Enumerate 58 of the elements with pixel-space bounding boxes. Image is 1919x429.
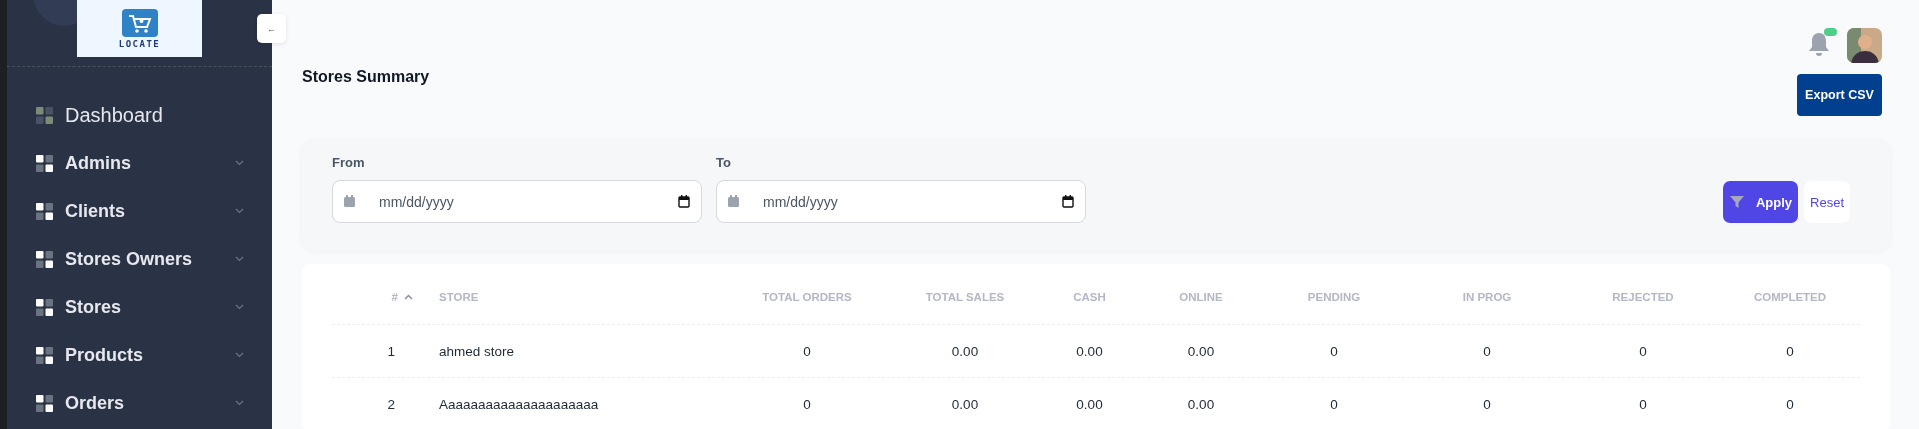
table-cell: 0 bbox=[1786, 343, 1794, 359]
table-cell: 0 bbox=[1786, 396, 1794, 412]
grid-icon bbox=[36, 394, 53, 412]
chevron-down-icon bbox=[235, 304, 244, 310]
table-cell: 0 bbox=[1483, 343, 1491, 359]
filter-icon bbox=[1729, 196, 1744, 208]
sidebar-item[interactable]: Stores bbox=[7, 283, 272, 331]
table-cell: 0 bbox=[1483, 396, 1491, 412]
avatar-icon[interactable] bbox=[1847, 28, 1882, 63]
sidebar-item[interactable]: Orders bbox=[7, 379, 272, 427]
field-label: From bbox=[332, 155, 366, 170]
grid-icon bbox=[36, 154, 53, 172]
logo: LOCATE bbox=[77, 0, 202, 57]
reset-button[interactable]: Reset bbox=[1804, 181, 1850, 223]
grid-icon bbox=[36, 106, 53, 124]
table-cell-text: 2 bbox=[387, 396, 396, 412]
table-cell: 0 bbox=[1639, 343, 1647, 359]
date-field[interactable]: mm/dd/yyyy bbox=[332, 180, 702, 223]
table-cell-text: ahmed store bbox=[438, 343, 515, 359]
calendar-icon[interactable] bbox=[678, 195, 690, 208]
sidebar-item[interactable]: Products bbox=[7, 331, 272, 379]
table-cell: 0.00 bbox=[1187, 343, 1215, 359]
field-label: To bbox=[716, 155, 732, 170]
table-cell: 0.00 bbox=[1076, 343, 1103, 359]
chevron-down-icon bbox=[235, 400, 244, 406]
table-cell-text: 1 bbox=[387, 343, 396, 359]
sidebar-item[interactable]: Clients bbox=[7, 187, 272, 235]
cart-icon bbox=[121, 8, 158, 37]
sidebar-item[interactable]: Stores Owners bbox=[7, 235, 272, 283]
column-label: # bbox=[391, 291, 398, 303]
table-cell: 0.00 bbox=[1187, 396, 1215, 412]
chevron-down-icon bbox=[235, 256, 244, 262]
grid-icon bbox=[36, 346, 53, 364]
export-button[interactable]: Export CSV bbox=[1797, 74, 1882, 116]
table-cell: 0.00 bbox=[951, 343, 979, 359]
table-cell: 0 bbox=[803, 396, 811, 412]
sidebar-item[interactable]: Admins bbox=[7, 139, 272, 187]
chevron-down-icon bbox=[235, 208, 244, 214]
calendar-icon bbox=[344, 195, 355, 207]
table-cell: 0 bbox=[1330, 396, 1338, 412]
calendar-icon[interactable] bbox=[1062, 195, 1074, 208]
grid-icon bbox=[36, 202, 53, 220]
table-cell: 0.00 bbox=[1076, 396, 1103, 412]
table-cell: 0 bbox=[1330, 343, 1338, 359]
calendar-icon bbox=[728, 195, 739, 207]
page-title: Stores Summary bbox=[302, 68, 430, 86]
collapse-button[interactable]: ← bbox=[257, 14, 286, 43]
sidebar-item[interactable]: Dashboard bbox=[7, 91, 272, 139]
chevron-down-icon bbox=[235, 160, 244, 166]
apply-button[interactable]: Apply bbox=[1722, 181, 1799, 223]
table-cell-text: Aaaaaaaaaaaaaaaaaaaaa bbox=[438, 396, 599, 412]
table-cell: 0 bbox=[803, 343, 811, 359]
table-cell: 0 bbox=[1639, 396, 1647, 412]
chevron-down-icon bbox=[235, 352, 244, 358]
grid-icon bbox=[36, 298, 53, 316]
grid-icon bbox=[36, 250, 53, 268]
date-field[interactable]: mm/dd/yyyy bbox=[716, 180, 1086, 223]
table-cell: 0.00 bbox=[951, 396, 979, 412]
